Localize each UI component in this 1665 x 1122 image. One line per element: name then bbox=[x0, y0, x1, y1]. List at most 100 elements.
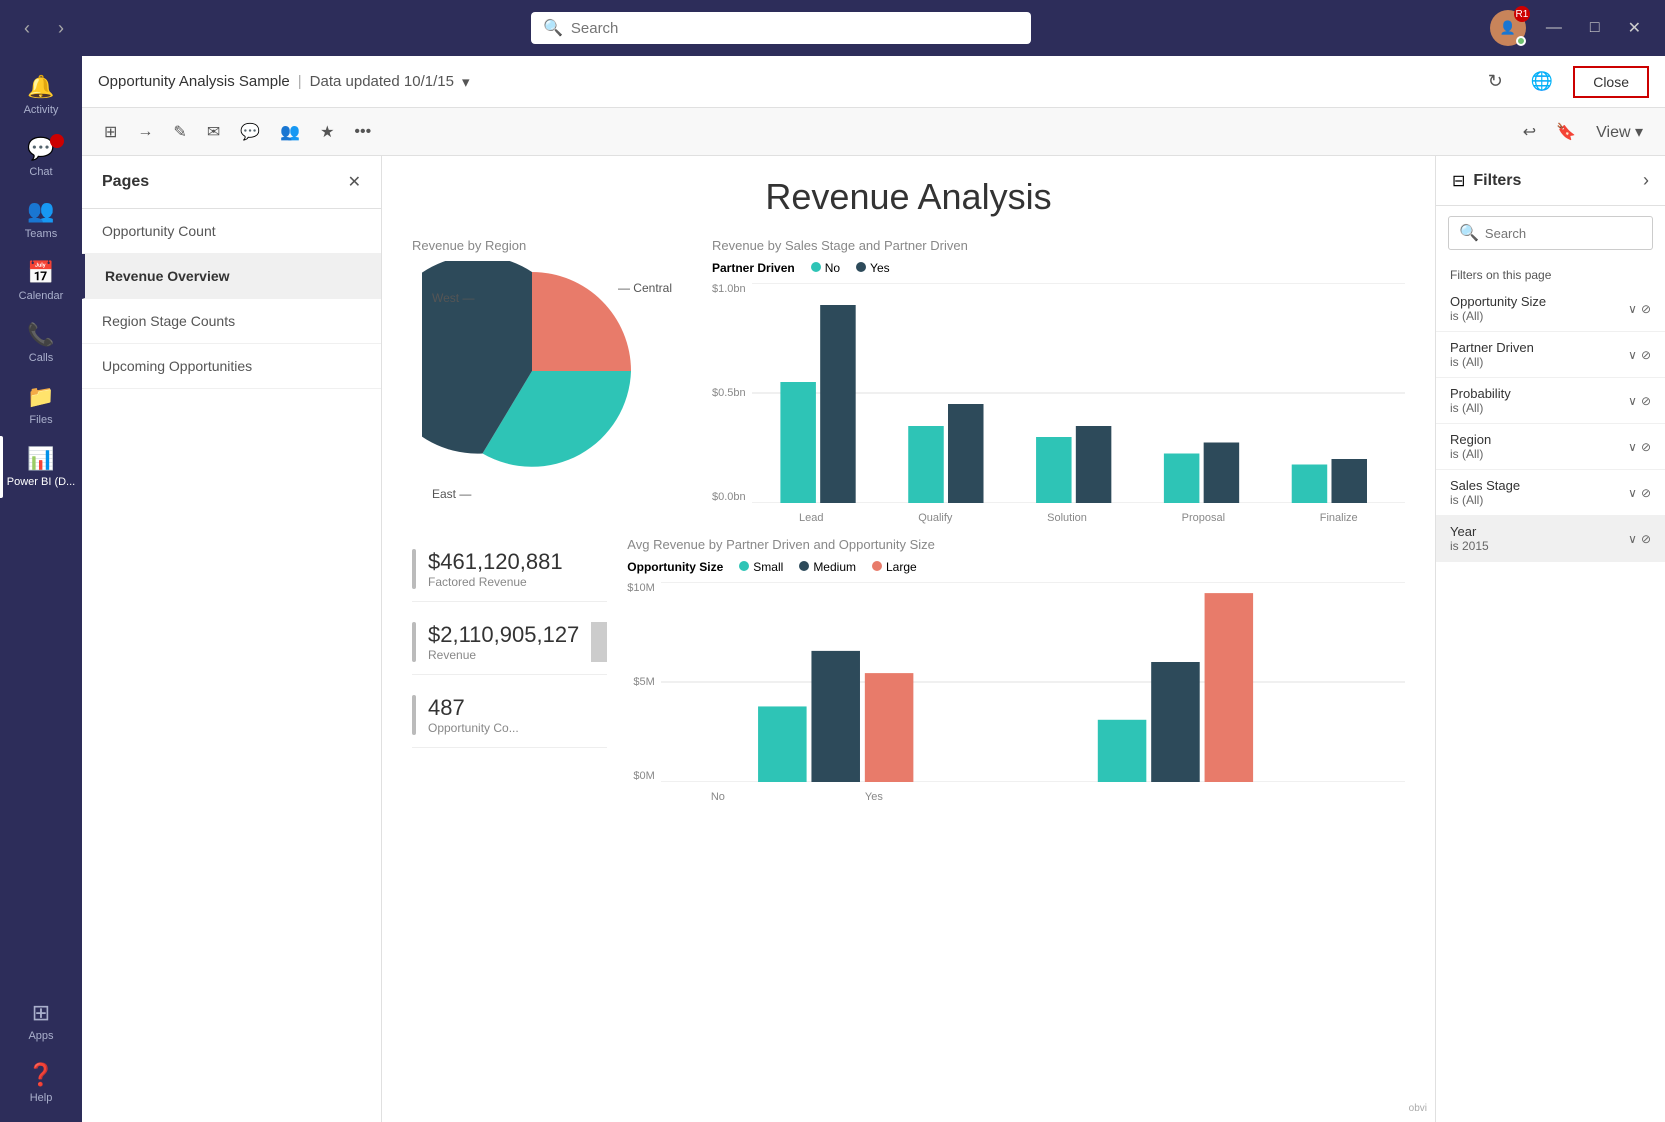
bar-chart2-x-labels: No Yes bbox=[661, 791, 1405, 803]
filter-item-year[interactable]: Year is 2015 ∨ ⊘ bbox=[1436, 516, 1665, 562]
refresh-button[interactable]: ↻ bbox=[1480, 67, 1511, 96]
page-item-upcoming[interactable]: Upcoming Opportunities bbox=[82, 344, 381, 389]
kpi-cards-section: $461,120,881 Factored Revenue $2,110,905… bbox=[412, 537, 607, 782]
maximize-button[interactable]: □ bbox=[1582, 15, 1608, 41]
top-toolbar: Opportunity Analysis Sample | Data updat… bbox=[82, 56, 1665, 108]
online-indicator bbox=[1516, 36, 1526, 46]
filter-item-opportunity-size[interactable]: Opportunity Size is (All) ∨ ⊘ bbox=[1436, 286, 1665, 332]
window-close-button[interactable]: ✕ bbox=[1620, 14, 1649, 42]
legend-no: No bbox=[811, 261, 840, 275]
pie-chart-section: Revenue by Region bbox=[412, 238, 692, 521]
clear-1[interactable]: ⊘ bbox=[1641, 302, 1651, 316]
clear-6[interactable]: ⊘ bbox=[1641, 532, 1651, 546]
sidebar-item-teams[interactable]: 👥 Teams bbox=[0, 188, 82, 250]
undo-button[interactable]: ↩ bbox=[1517, 118, 1542, 146]
opp-size-label: Opportunity Size bbox=[627, 560, 723, 574]
filters-search-box[interactable]: 🔍 bbox=[1448, 216, 1653, 250]
nav-forward-button[interactable]: › bbox=[50, 14, 72, 43]
sidebar-item-calls[interactable]: 📞 Calls bbox=[0, 312, 82, 374]
sidebar-item-files[interactable]: 📁 Files bbox=[0, 374, 82, 436]
global-search-input[interactable] bbox=[571, 20, 1019, 37]
bar-proposal-no bbox=[1164, 454, 1200, 504]
star-button[interactable]: ★ bbox=[314, 118, 340, 146]
pages-title: Pages bbox=[102, 173, 149, 191]
filter-item-sales-stage[interactable]: Sales Stage is (All) ∨ ⊘ bbox=[1436, 470, 1665, 516]
clear-4[interactable]: ⊘ bbox=[1641, 440, 1651, 454]
close-report-button[interactable]: Close bbox=[1573, 66, 1649, 98]
clear-3[interactable]: ⊘ bbox=[1641, 394, 1651, 408]
sidebar-item-label-calendar: Calendar bbox=[19, 290, 64, 302]
sidebar-item-powerbi[interactable]: 📊 Power BI (D... bbox=[0, 436, 82, 498]
global-search-box[interactable]: 🔍 bbox=[531, 12, 1031, 44]
grid-view-button[interactable]: ⊞ bbox=[98, 118, 123, 146]
bookmark-button[interactable]: 🔖 bbox=[1550, 118, 1582, 146]
legend-yes: Yes bbox=[856, 261, 890, 275]
bar-chart2-area: $10M $5M $0M bbox=[627, 582, 1405, 782]
second-toolbar-left: ⊞ → ✎ ✉ 💬 👥 ★ ••• bbox=[98, 118, 377, 146]
filter-item-probability[interactable]: Probability is (All) ∨ ⊘ bbox=[1436, 378, 1665, 424]
filter-header-probability: Probability is (All) ∨ ⊘ bbox=[1450, 386, 1651, 415]
kpi-card-factored-revenue: $461,120,881 Factored Revenue bbox=[412, 537, 607, 602]
filter-actions-4: ∨ ⊘ bbox=[1628, 440, 1651, 454]
powerbi-icon: 📊 bbox=[27, 446, 54, 472]
page-item-revenue-overview[interactable]: Revenue Overview bbox=[82, 254, 381, 299]
report-area: Revenue Analysis Revenue by Region bbox=[382, 156, 1435, 1122]
main-content: Pages ✕ Opportunity Count Revenue Overvi… bbox=[82, 156, 1665, 1122]
y-label-0bn: $0.0bn bbox=[712, 491, 746, 503]
chevron-6: ∨ bbox=[1628, 532, 1637, 546]
sidebar-item-apps[interactable]: ⊞ Apps bbox=[0, 990, 82, 1052]
filter-item-region[interactable]: Region is (All) ∨ ⊘ bbox=[1436, 424, 1665, 470]
page-item-opportunity-count[interactable]: Opportunity Count bbox=[82, 209, 381, 254]
watermark: obvi bbox=[1409, 1103, 1427, 1114]
globe-button[interactable]: 🌐 bbox=[1523, 67, 1561, 96]
app-body: 🔔 Activity 💬 Chat 👥 Teams 📅 Calendar 📞 C… bbox=[0, 56, 1665, 1122]
filter-value-4: is (All) bbox=[1450, 447, 1491, 461]
filter-value-3: is (All) bbox=[1450, 401, 1511, 415]
filters-title: Filters bbox=[1473, 172, 1521, 190]
bar-solution-no bbox=[1036, 437, 1072, 503]
clear-5[interactable]: ⊘ bbox=[1641, 486, 1651, 500]
sidebar-item-chat[interactable]: 💬 Chat bbox=[0, 126, 82, 188]
kpi-card-content-2: $2,110,905,127 Revenue bbox=[428, 622, 579, 662]
kpi-card-content-1: $461,120,881 Factored Revenue bbox=[428, 549, 563, 589]
filters-expand-button[interactable]: › bbox=[1643, 170, 1649, 191]
y2-label-10m: $10M bbox=[627, 582, 655, 594]
bar-lead-yes bbox=[820, 305, 856, 503]
view-button[interactable]: View ▾ bbox=[1590, 118, 1649, 146]
sidebar-item-help[interactable]: ❓ Help bbox=[0, 1052, 82, 1114]
bar-chart2-section: Avg Revenue by Partner Driven and Opport… bbox=[627, 537, 1405, 782]
nav-back-button[interactable]: ‹ bbox=[16, 14, 38, 43]
bar-lead-no bbox=[780, 382, 816, 503]
arrow-button[interactable]: → bbox=[131, 119, 159, 145]
pie-chart-container: West — — Central East — bbox=[422, 261, 682, 521]
filter-item-partner-driven[interactable]: Partner Driven is (All) ∨ ⊘ bbox=[1436, 332, 1665, 378]
title-bar: ‹ › 🔍 👤 R1 — □ ✕ bbox=[0, 0, 1665, 56]
edit-button[interactable]: ✎ bbox=[167, 118, 192, 146]
filter-label-group-5: Sales Stage is (All) bbox=[1450, 478, 1520, 507]
y-label-0-5bn: $0.5bn bbox=[712, 387, 746, 399]
toolbar-chevron[interactable]: ▾ bbox=[462, 73, 470, 91]
mail-button[interactable]: ✉ bbox=[201, 118, 226, 146]
comment-button[interactable]: 💬 bbox=[234, 118, 266, 146]
bar2-no-large bbox=[865, 673, 914, 782]
filters-search-input[interactable] bbox=[1485, 226, 1642, 241]
calls-icon: 📞 bbox=[27, 322, 54, 348]
files-icon: 📁 bbox=[27, 384, 54, 410]
more-options-button[interactable]: ••• bbox=[348, 119, 377, 145]
bar-chart2-legend: Opportunity Size Small Medium Large bbox=[627, 560, 1405, 574]
chat-badge bbox=[50, 134, 64, 148]
report-title-text: Opportunity Analysis Sample bbox=[98, 73, 290, 90]
y2-label-0m: $0M bbox=[633, 770, 654, 782]
bar-chart1-legend: Partner Driven No Yes bbox=[712, 261, 1405, 275]
teams-share-button[interactable]: 👥 bbox=[274, 118, 306, 146]
page-item-region-stage[interactable]: Region Stage Counts bbox=[82, 299, 381, 344]
sidebar-item-activity[interactable]: 🔔 Activity bbox=[0, 64, 82, 126]
minimize-button[interactable]: — bbox=[1538, 15, 1570, 41]
left-sidebar: 🔔 Activity 💬 Chat 👥 Teams 📅 Calendar 📞 C… bbox=[0, 56, 82, 1122]
help-icon: ❓ bbox=[27, 1062, 54, 1088]
clear-2[interactable]: ⊘ bbox=[1641, 348, 1651, 362]
sidebar-item-calendar[interactable]: 📅 Calendar bbox=[0, 250, 82, 312]
pages-close-button[interactable]: ✕ bbox=[348, 172, 361, 192]
kpi-bar-3 bbox=[412, 695, 416, 735]
bar2-yes-large bbox=[1204, 593, 1253, 782]
